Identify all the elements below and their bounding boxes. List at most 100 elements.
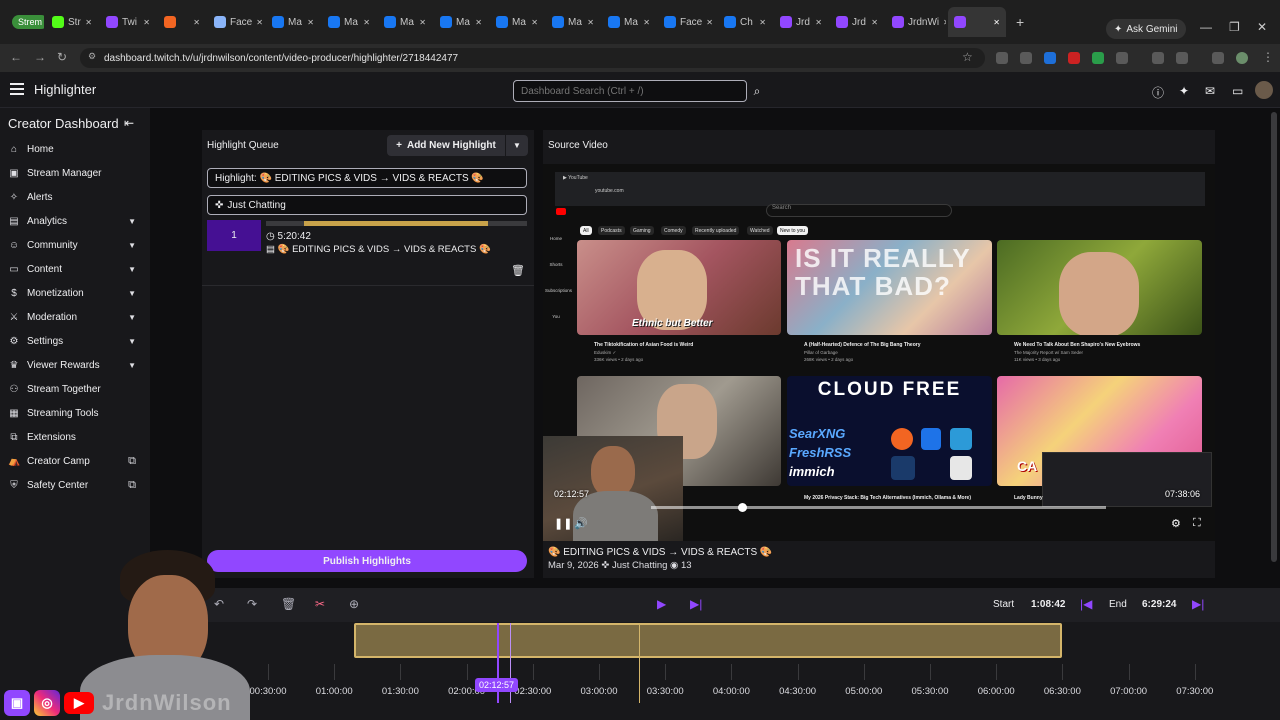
sidebar-item-safety-center[interactable]: ⛨ Safety Center ⧉	[8, 476, 140, 494]
close-tab-icon[interactable]: ✕	[256, 18, 263, 27]
sidebar-item-extensions[interactable]: ⧉ Extensions	[8, 428, 140, 446]
extension-icon[interactable]	[1176, 52, 1188, 64]
sidebar-item-settings[interactable]: ⚙ Settings ▼	[8, 332, 140, 350]
sidebar-item-creator-camp[interactable]: ⛺ Creator Camp ⧉	[8, 452, 140, 470]
sidebar-item-alerts[interactable]: ✧ Alerts	[8, 188, 140, 206]
browser-tab[interactable]: Face ✕	[658, 7, 716, 37]
browser-tab[interactable]: Ma ✕	[602, 7, 656, 37]
browser-tab[interactable]: Jrd ✕	[774, 7, 828, 37]
maximize-icon[interactable]: ❐	[1229, 20, 1240, 34]
close-tab-icon[interactable]: ✕	[419, 18, 426, 27]
browser-tab[interactable]: Ma ✕	[378, 7, 432, 37]
browser-tab[interactable]: ✕	[948, 7, 1006, 37]
category-input[interactable]: ✜ Just Chatting	[207, 195, 527, 215]
close-tab-icon[interactable]: ✕	[307, 18, 314, 27]
profile-avatar[interactable]	[1236, 52, 1248, 64]
settings-gear-icon[interactable]: ⚙	[1171, 517, 1181, 530]
jump-to-end-icon[interactable]: ▶|	[690, 597, 702, 611]
highlight-clip-range[interactable]	[354, 623, 1062, 658]
close-tab-icon[interactable]: ✕	[815, 18, 822, 27]
close-tab-icon[interactable]: ✕	[531, 18, 538, 27]
sidebar-item-streaming-tools[interactable]: ▦ Streaming Tools	[8, 404, 140, 422]
browser-tab[interactable]: Ma ✕	[322, 7, 376, 37]
sidebar-item-home[interactable]: ⌂ Home	[8, 140, 140, 158]
search-button[interactable]: ⌕	[747, 80, 767, 102]
close-tab-icon[interactable]: ✕	[943, 18, 946, 27]
browser-tab[interactable]: Ch ✕	[718, 7, 772, 37]
add-clip-icon[interactable]: ⊕	[349, 597, 359, 611]
close-tab-icon[interactable]: ✕	[193, 18, 200, 27]
sidebar-item-content[interactable]: ▭ Content ▼	[8, 260, 140, 278]
browser-tab[interactable]: ✕	[158, 7, 206, 37]
reload-icon[interactable]: ↻	[57, 50, 67, 64]
bookmark-star-icon[interactable]: ☆	[962, 50, 973, 64]
extension-icon[interactable]	[1044, 52, 1056, 64]
video-seek-handle[interactable]	[738, 503, 747, 512]
add-new-highlight-button[interactable]: + Add New Highlight	[387, 135, 505, 156]
close-tab-icon[interactable]: ✕	[363, 18, 370, 27]
help-icon[interactable]: ⓘ	[1152, 84, 1164, 101]
sidebar-item-moderation[interactable]: ⚔ Moderation ▼	[8, 308, 140, 326]
sidebar-item-community[interactable]: ☺ Community ▼	[8, 236, 140, 254]
close-window-icon[interactable]: ✕	[1257, 20, 1267, 34]
close-tab-icon[interactable]: ✕	[587, 18, 594, 27]
sidebar-item-stream-manager[interactable]: ▣ Stream Manager	[8, 164, 140, 182]
browser-tab[interactable]: Ma ✕	[490, 7, 544, 37]
url-field[interactable]: dashboard.twitch.tv/u/jrdnwilson/content…	[80, 48, 985, 68]
add-highlight-dropdown[interactable]: ▼	[505, 135, 528, 156]
page-scrollbar[interactable]	[1271, 112, 1277, 562]
whispers-icon[interactable]: ▭	[1232, 84, 1243, 98]
scissors-icon[interactable]: ✂	[315, 597, 325, 611]
sparkle-icon[interactable]: ✦	[1179, 84, 1189, 98]
browser-tab[interactable]: JrdnWi✕	[886, 7, 946, 37]
close-tab-icon[interactable]: ✕	[143, 18, 150, 27]
collapse-sidebar-icon[interactable]: ⇤	[124, 116, 134, 130]
fullscreen-icon[interactable]: ⛶	[1193, 517, 1201, 530]
hamburger-menu-icon[interactable]	[10, 83, 24, 95]
extension-icon[interactable]	[1020, 52, 1032, 64]
browser-tab[interactable]: Ma ✕	[546, 7, 600, 37]
browser-tab[interactable]: Ma ✕	[266, 7, 320, 37]
highlight-title-input[interactable]: Highlight: 🎨 EDITING PICS & VIDS → VIDS …	[207, 168, 527, 188]
close-tab-icon[interactable]: ✕	[475, 18, 482, 27]
browser-tab[interactable]: Twi ✕	[100, 7, 156, 37]
extension-icon[interactable]	[996, 52, 1008, 64]
sidebar-item-viewer-rewards[interactable]: ♛ Viewer Rewards ▼	[8, 356, 140, 374]
user-avatar[interactable]	[1255, 81, 1273, 99]
browser-tab[interactable]: Face ✕	[208, 7, 264, 37]
browser-tab[interactable]: Jrd ✕	[830, 7, 884, 37]
forward-icon[interactable]: →	[34, 50, 46, 64]
sidebar-item-analytics[interactable]: ▤ Analytics ▼	[8, 212, 140, 230]
close-tab-icon[interactable]: ✕	[871, 18, 878, 27]
back-icon[interactable]: ←	[10, 50, 22, 64]
close-tab-icon[interactable]: ✕	[759, 18, 766, 27]
close-tab-icon[interactable]: ✕	[85, 18, 92, 27]
extension-icon[interactable]	[1152, 52, 1164, 64]
delete-highlight-trash-icon[interactable]: 🗑	[511, 264, 525, 277]
close-tab-icon[interactable]: ✕	[993, 18, 1000, 27]
extension-icon[interactable]	[1212, 52, 1224, 64]
video-seek-bar[interactable]	[651, 506, 1106, 509]
close-tab-icon[interactable]: ✕	[706, 18, 713, 27]
extension-icon[interactable]	[1068, 52, 1080, 64]
sidebar-item-stream-together[interactable]: ⚇ Stream Together	[8, 380, 140, 398]
extensions-puzzle-icon[interactable]	[1116, 52, 1128, 64]
site-info-icon[interactable]: ⚙	[88, 51, 96, 62]
volume-icon[interactable]: 🔊	[574, 517, 588, 530]
pause-icon[interactable]: ❚❚	[554, 517, 572, 530]
minimize-icon[interactable]: —	[1200, 20, 1212, 34]
set-end-icon[interactable]: ▶|	[1192, 597, 1204, 611]
close-tab-icon[interactable]: ✕	[643, 18, 650, 27]
inbox-icon[interactable]: ✉	[1205, 84, 1215, 98]
play-icon[interactable]: ▶	[657, 597, 666, 611]
ask-gemini-button[interactable]: ✦ Ask Gemini	[1106, 19, 1186, 39]
browser-tab[interactable]: Strem	[6, 7, 44, 37]
extension-icon[interactable]	[1092, 52, 1104, 64]
start-time-value[interactable]: 1:08:42	[1031, 599, 1065, 610]
new-tab-icon[interactable]: +	[1016, 14, 1024, 30]
browser-menu-icon[interactable]: ⋮	[1262, 50, 1274, 64]
end-time-value[interactable]: 6:29:24	[1142, 599, 1176, 610]
dashboard-search-input[interactable]	[513, 80, 747, 102]
delete-clip-icon[interactable]: 🗑	[281, 597, 296, 611]
set-start-icon[interactable]: |◀	[1080, 597, 1092, 611]
